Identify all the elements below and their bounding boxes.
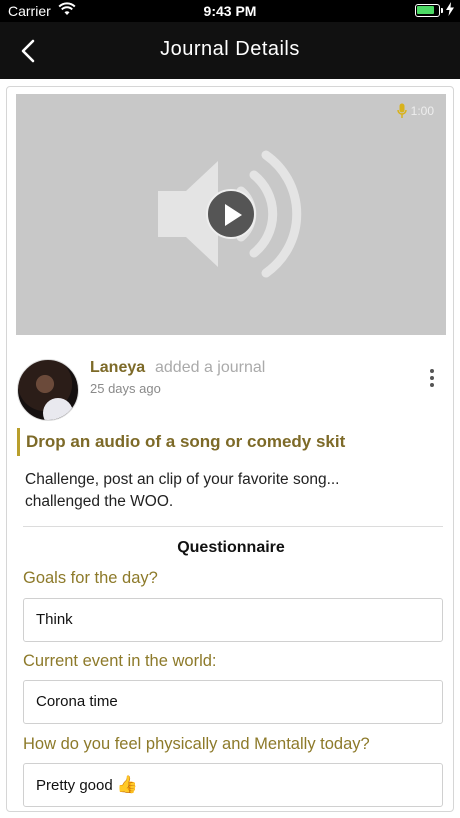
question-label: How do you feel physically and Mentally … bbox=[23, 735, 370, 753]
answer-field: Think bbox=[23, 598, 443, 642]
answer-text: Think bbox=[36, 611, 73, 628]
journal-description: Challenge, post an clip of your favorite… bbox=[25, 471, 340, 510]
answer-text: Corona time bbox=[36, 693, 118, 710]
nav-bar: Journal Details bbox=[0, 22, 460, 79]
answer-text: Pretty good bbox=[36, 777, 113, 794]
question-label: Goals for the day? bbox=[23, 569, 158, 587]
charging-icon bbox=[446, 2, 454, 19]
post-action: added a journal bbox=[155, 359, 266, 376]
answer-field: Pretty good 👍 bbox=[23, 763, 443, 807]
page-title: Journal Details bbox=[160, 38, 300, 60]
thumbs-up-icon: 👍 bbox=[116, 775, 139, 794]
play-button[interactable] bbox=[206, 189, 256, 239]
divider bbox=[23, 526, 443, 527]
duration-label: 1:00 bbox=[410, 104, 434, 118]
questionnaire-title: Questionnaire bbox=[177, 539, 285, 556]
post-timestamp: 25 days ago bbox=[90, 381, 161, 396]
play-icon bbox=[225, 204, 242, 226]
avatar[interactable] bbox=[17, 359, 79, 421]
battery-icon bbox=[415, 4, 443, 17]
answer-field: Corona time bbox=[23, 680, 443, 724]
journal-prompt: Drop an audio of a song or comedy skit bbox=[17, 428, 345, 456]
audio-player[interactable]: 1:00 bbox=[16, 94, 446, 335]
clock: 9:43 PM bbox=[203, 3, 257, 19]
author-name[interactable]: Laneya bbox=[90, 359, 145, 377]
question-label: Current event in the world: bbox=[23, 652, 217, 670]
journal-card: 1:00 Laneya added a journal 25 days ago … bbox=[6, 86, 454, 812]
more-options-icon[interactable] bbox=[425, 367, 439, 389]
status-bar: Carrier 9:43 PM bbox=[0, 0, 460, 22]
microphone-icon bbox=[396, 103, 407, 118]
audio-duration: 1:00 bbox=[396, 103, 434, 119]
